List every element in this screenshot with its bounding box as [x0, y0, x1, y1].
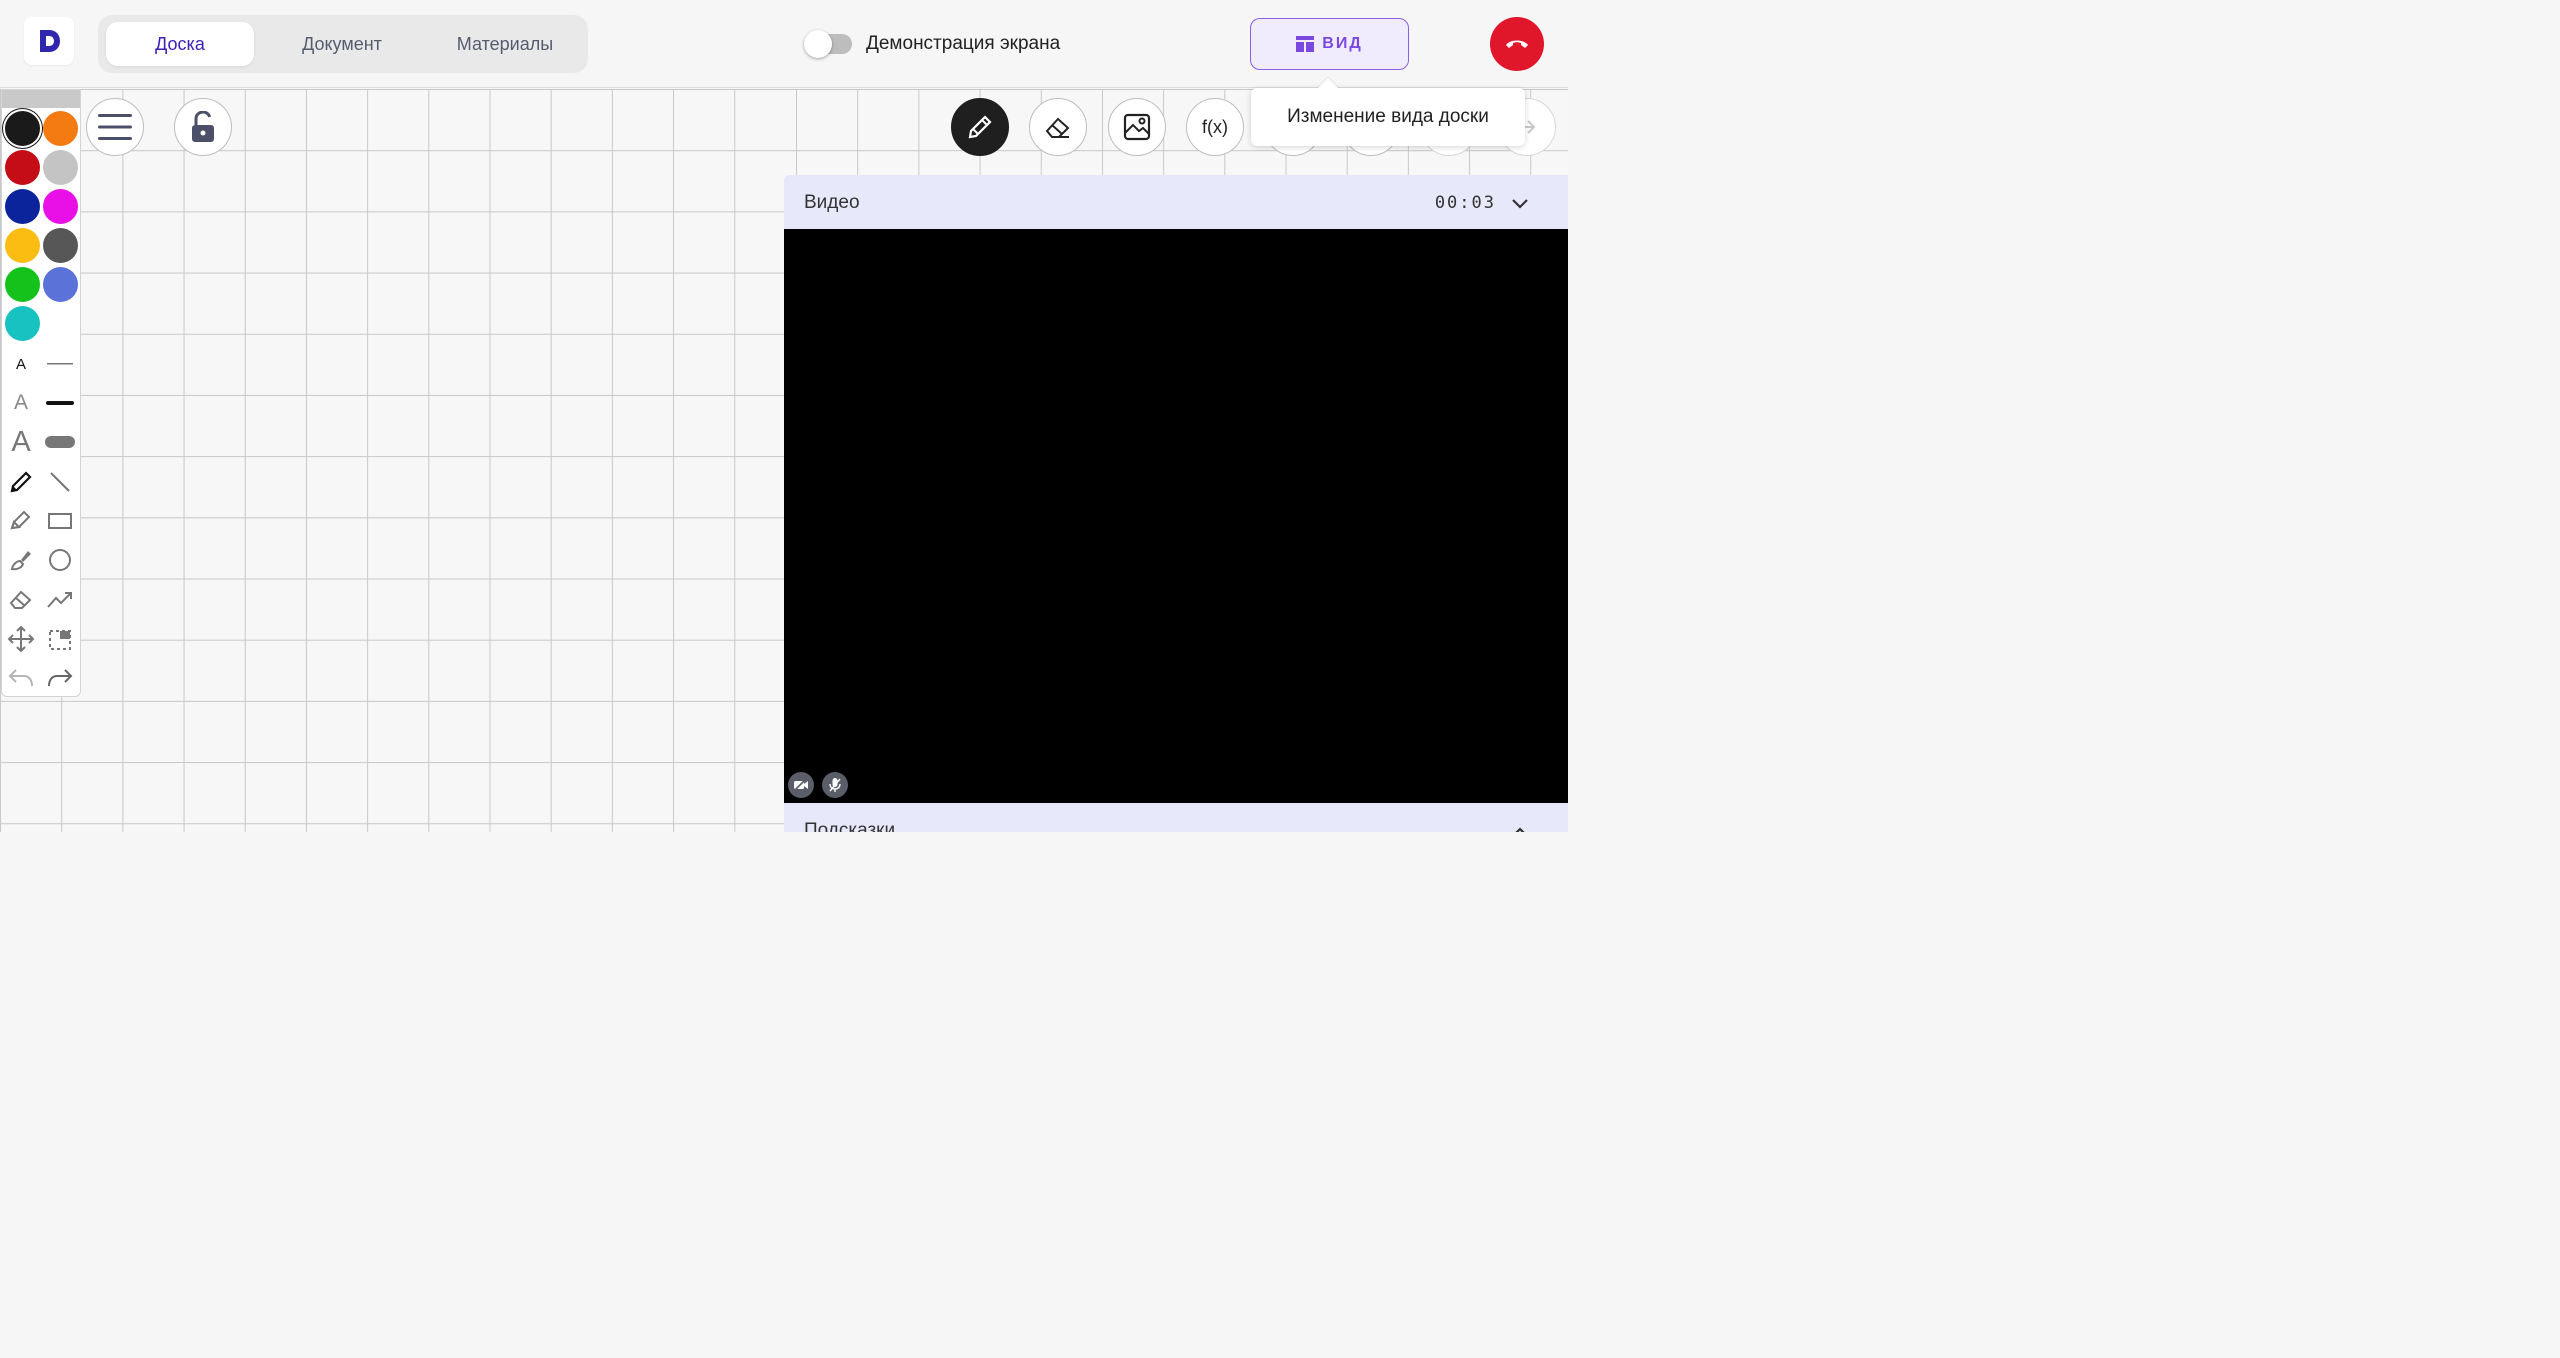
color-swatch-green[interactable] [5, 267, 40, 302]
camera-toggle-button[interactable] [788, 772, 814, 798]
line-width-thick[interactable] [42, 424, 78, 460]
color-swatch-red[interactable] [5, 150, 40, 185]
unlock-icon [192, 111, 214, 142]
redo-icon [48, 669, 73, 687]
polyline-tool[interactable] [42, 582, 78, 618]
color-swatch-yellow[interactable] [5, 228, 40, 263]
view-button[interactable]: ВИД [1250, 18, 1409, 70]
palette-drag-handle[interactable] [2, 90, 80, 108]
whiteboard-canvas[interactable] [0, 89, 784, 832]
toggle-knob [804, 30, 832, 58]
fill-tool[interactable] [3, 542, 39, 578]
chevron-down-icon[interactable] [1510, 193, 1530, 213]
trend-line-icon [47, 592, 72, 608]
video-stream [784, 229, 1568, 803]
eraser-tool[interactable] [3, 582, 39, 618]
rectangle-tool[interactable] [42, 503, 78, 539]
screen-share-label: Демонстрация экрана [866, 33, 1061, 54]
board-menu-button[interactable] [86, 98, 144, 156]
move-tool[interactable] [3, 621, 39, 657]
color-swatch-periwinkle[interactable] [43, 267, 78, 302]
eraser-icon [9, 590, 32, 609]
app-root: Доска Документ Материалы Демонстрация эк… [0, 0, 1568, 832]
diagonal-line-icon [50, 472, 70, 492]
color-swatch-orange[interactable] [43, 111, 78, 146]
select-tool[interactable] [42, 621, 78, 657]
rectangle-icon [48, 513, 72, 529]
formula-label: f(x) [1202, 116, 1228, 137]
mic-toggle-button[interactable] [822, 772, 848, 798]
text-size-medium[interactable]: A [3, 385, 39, 421]
color-swatch-teal[interactable] [5, 306, 40, 341]
circle-icon [49, 549, 71, 571]
hints-panel-header[interactable]: Подсказки [784, 803, 1568, 832]
medium-line-icon [46, 401, 74, 405]
brush-icon [10, 551, 31, 571]
undo-icon [8, 669, 33, 687]
video-panel-header[interactable]: Видео 00:03 [784, 175, 1568, 229]
eraser-icon [1045, 117, 1070, 138]
toolbar-image-button[interactable] [1108, 98, 1166, 156]
screen-share-toggle[interactable] [804, 30, 852, 58]
tab-document[interactable]: Документ [268, 22, 416, 66]
text-size-small[interactable]: A [3, 346, 39, 382]
video-panel-title: Видео [804, 192, 860, 213]
color-swatch-black[interactable] [5, 111, 40, 146]
logo-icon [40, 30, 60, 52]
undo-button[interactable] [3, 660, 39, 696]
marker-tool[interactable] [3, 503, 39, 539]
color-swatch-dark-gray[interactable] [43, 228, 78, 263]
toolbar-pencil-button[interactable] [951, 98, 1009, 156]
phone-hangup-icon [1506, 40, 1528, 48]
thin-line-icon [47, 363, 73, 365]
line-tool[interactable] [42, 464, 78, 500]
view-button-label: ВИД [1322, 35, 1363, 52]
board-lock-button[interactable] [174, 98, 232, 156]
line-width-medium[interactable] [42, 385, 78, 421]
line-width-thin[interactable] [42, 346, 78, 382]
color-swatch-blue[interactable] [5, 189, 40, 224]
video-timer: 00:03 [1434, 193, 1496, 213]
header: Доска Документ Материалы Демонстрация эк… [0, 0, 1568, 88]
text-size-small-label: A [15, 355, 26, 373]
marker-icon [10, 510, 31, 530]
tab-board[interactable]: Доска [106, 22, 254, 66]
toolbar-formula-button[interactable]: f(x) [1186, 98, 1244, 156]
toolbar-eraser-button[interactable] [1029, 98, 1087, 156]
drawing-palette: A A A [1, 89, 81, 697]
pencil-icon [10, 471, 32, 493]
selection-icon [49, 630, 71, 650]
hints-panel-title: Подсказки [804, 820, 896, 832]
text-size-large-label: A [11, 425, 31, 458]
redo-button[interactable] [42, 660, 78, 696]
move-arrows-icon [7, 625, 35, 653]
tab-materials[interactable]: Материалы [430, 22, 580, 66]
main-tabs: Доска Документ Материалы [98, 15, 588, 73]
circle-tool[interactable] [42, 542, 78, 578]
view-tooltip-text: Изменение вида доски [1287, 106, 1489, 127]
hamburger-icon [98, 114, 132, 140]
layout-icon [1296, 36, 1315, 52]
image-icon [1123, 113, 1151, 141]
thick-line-icon [45, 436, 75, 448]
text-size-medium-label: A [13, 391, 28, 414]
view-tooltip: Изменение вида доски [1251, 88, 1525, 146]
mic-off-icon [829, 778, 841, 792]
chevron-up-icon[interactable] [1510, 823, 1530, 832]
color-swatch-magenta[interactable] [43, 189, 78, 224]
text-size-large[interactable]: A [3, 424, 39, 460]
color-swatch-light-gray[interactable] [43, 150, 78, 185]
pencil-icon [968, 115, 992, 139]
end-call-button[interactable] [1490, 17, 1544, 71]
app-logo[interactable] [24, 17, 74, 65]
camera-off-icon [794, 779, 808, 791]
pencil-tool[interactable] [3, 464, 39, 500]
